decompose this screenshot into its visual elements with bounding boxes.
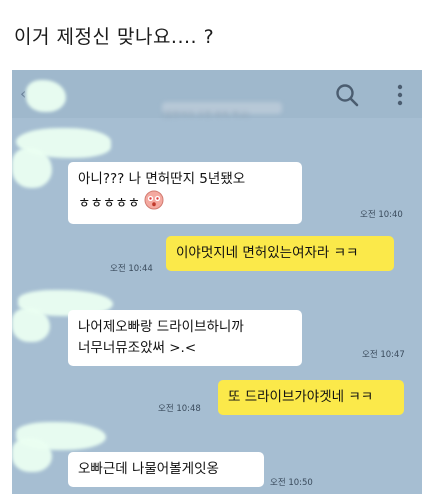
avatar-censor-2b xyxy=(12,308,50,342)
message-bubble[interactable]: 아니??? 나 면허딴지 5년됐오 ㅎㅎㅎㅎㅎ xyxy=(68,162,302,224)
message-time: 오전 10:48 xyxy=(158,404,201,414)
more-vertical-icon[interactable] xyxy=(397,84,403,106)
message-text: 또 드라이브가야겟네 ㅋㅋ xyxy=(228,389,374,405)
message-text: 오빠근데 나물어볼게잇옹 xyxy=(78,461,219,477)
chat-title: (말한여자 오한 마직 학교) xyxy=(162,102,282,119)
censor-blob xyxy=(26,80,66,112)
message-bubble[interactable]: 나어제오빠랑 드라이브하니까 너무너뮤조았써 >.< xyxy=(68,310,302,366)
message-text: 너무너뮤조았써 >.< xyxy=(78,340,197,356)
message-time: 오전 10:47 xyxy=(362,350,405,360)
message-time: 오전 10:50 xyxy=(270,478,313,488)
message-text: 나어제오빠랑 드라이브하니까 xyxy=(78,319,244,335)
avatar-censor-1b xyxy=(12,148,52,188)
message-bubble[interactable]: 오빠근데 나물어볼게잇옹 xyxy=(68,452,264,487)
message-text: 아니??? 나 면허딴지 5년됐오 xyxy=(78,171,246,187)
message-text: 이야멋지네 면허있는여자라 ㅋㅋ xyxy=(176,245,359,261)
chat-screenshot: ‹ (말한여자 오한 마직 학교) 아니??? 나 면허딴지 5년됐오 ㅎㅎㅎㅎ… xyxy=(12,70,422,494)
message-time: 오전 10:44 xyxy=(110,264,153,274)
message-text: ㅎㅎㅎㅎㅎ xyxy=(78,195,141,212)
message-time: 오전 10:40 xyxy=(360,210,403,220)
message-bubble-own[interactable]: 또 드라이브가야겟네 ㅋㅋ xyxy=(218,380,404,415)
search-icon[interactable] xyxy=(334,82,360,108)
chat-header: ‹ (말한여자 오한 마직 학교) xyxy=(12,70,422,119)
surprised-face-emoji xyxy=(144,190,164,217)
avatar-censor-3b xyxy=(12,438,52,472)
post-caption: 이거 제정신 맞나요.... ? xyxy=(14,26,215,48)
message-bubble-own[interactable]: 이야멋지네 면허있는여자라 ㅋㅋ xyxy=(166,236,394,271)
